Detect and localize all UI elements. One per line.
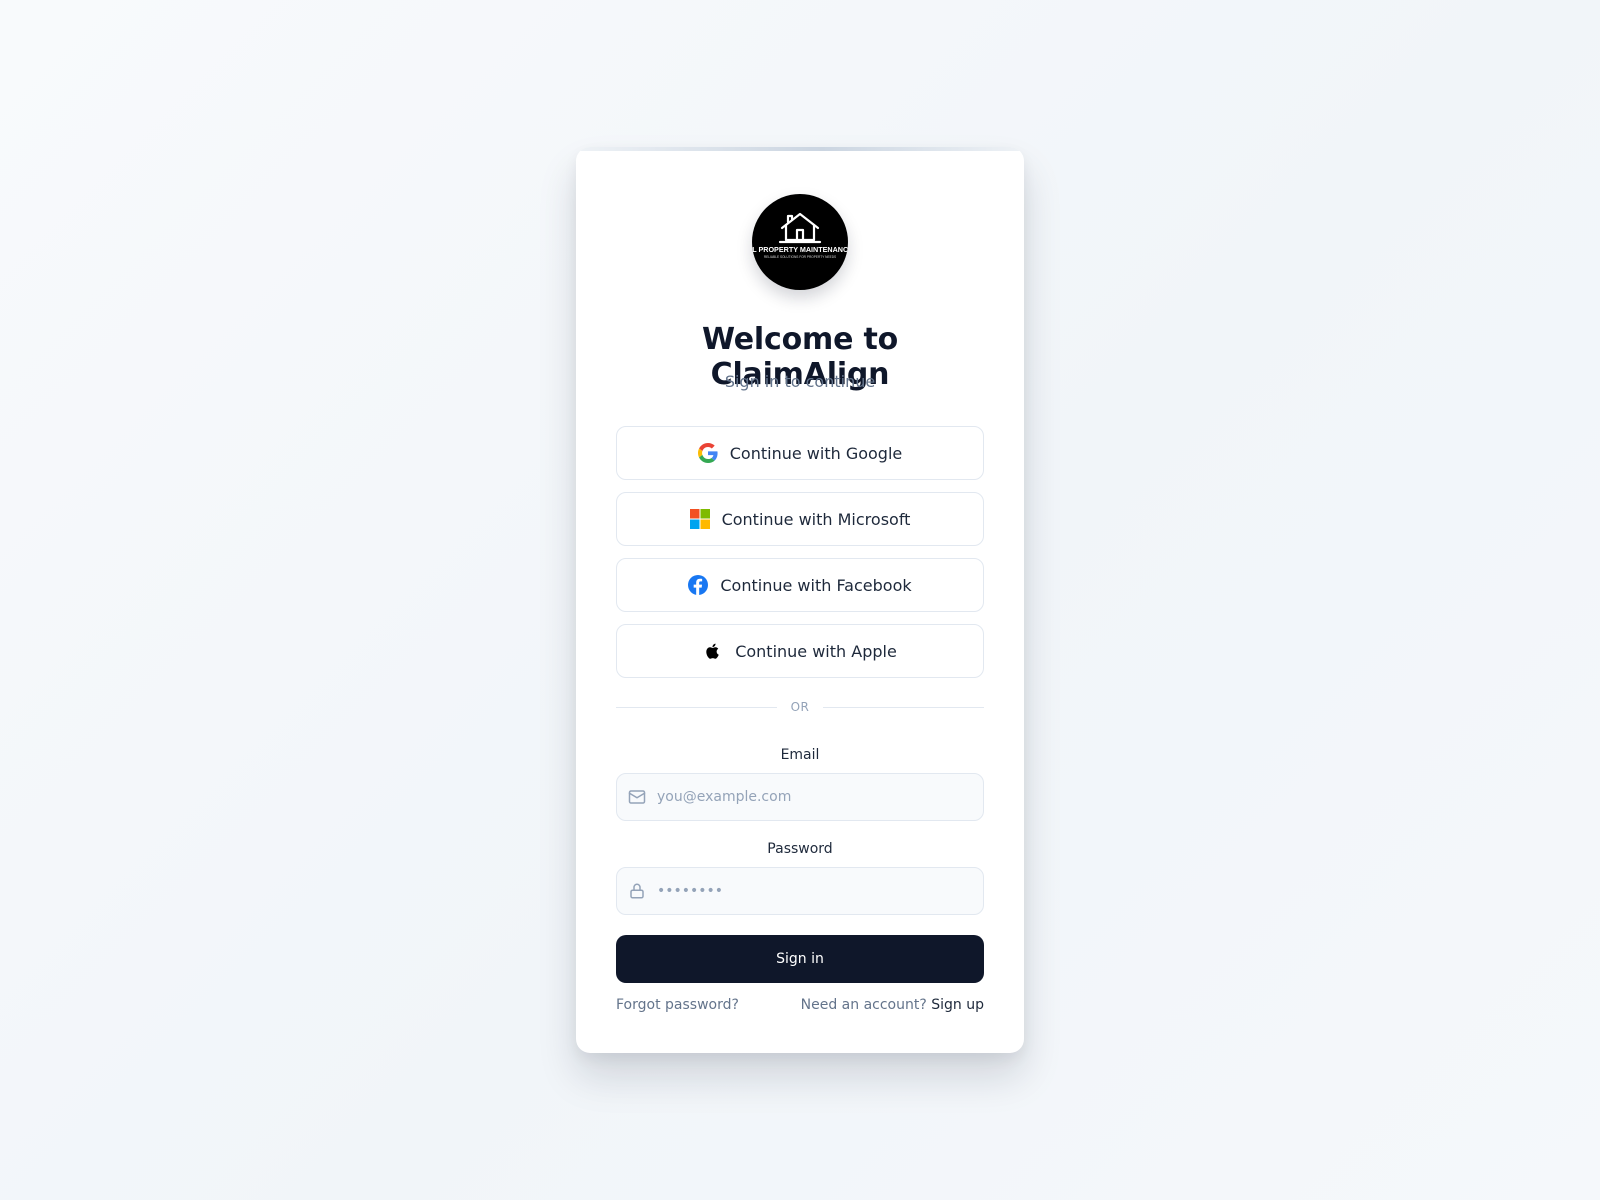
- sign-in-button[interactable]: Sign in: [616, 935, 984, 983]
- card-accent-bar: [576, 147, 1024, 151]
- mail-icon: [628, 788, 646, 806]
- logo-text-line1: BL PROPERTY MAINTENANCE: [752, 245, 848, 254]
- card-footer: Forgot password? Need an account? Sign u…: [616, 995, 984, 1015]
- apple-button-label: Continue with Apple: [735, 641, 897, 661]
- facebook-button-label: Continue with Facebook: [720, 575, 912, 595]
- house-logo-icon: BL PROPERTY MAINTENANCE RELIABLE SOLUTIO…: [752, 212, 848, 259]
- logo-text-line2: RELIABLE SOLUTIONS FOR PROPERTY NEEDS: [764, 255, 836, 259]
- forgot-password-link[interactable]: Forgot password?: [616, 997, 739, 1013]
- password-label: Password: [767, 841, 833, 857]
- microsoft-icon: [689, 509, 710, 529]
- continue-with-facebook-button[interactable]: Continue with Facebook: [616, 558, 984, 612]
- divider-line-right: [823, 706, 985, 708]
- email-label: Email: [780, 747, 820, 763]
- or-divider: OR: [616, 699, 985, 715]
- password-input[interactable]: [657, 868, 983, 914]
- page-subtitle: Sign in to continue: [724, 372, 876, 391]
- apple-icon: [703, 641, 723, 661]
- divider-text: OR: [790, 700, 810, 714]
- continue-with-google-button[interactable]: Continue with Google: [616, 426, 984, 480]
- page: BL PROPERTY MAINTENANCE RELIABLE SOLUTIO…: [0, 0, 1600, 1200]
- email-input[interactable]: [657, 774, 983, 820]
- company-logo: BL PROPERTY MAINTENANCE RELIABLE SOLUTIO…: [752, 194, 848, 290]
- login-card: BL PROPERTY MAINTENANCE RELIABLE SOLUTIO…: [576, 147, 1024, 1053]
- continue-with-apple-button[interactable]: Continue with Apple: [616, 624, 984, 678]
- need-account-text: Need an account?: [800, 997, 927, 1013]
- facebook-icon: [688, 575, 709, 595]
- divider-line-left: [616, 706, 777, 708]
- microsoft-button-label: Continue with Microsoft: [721, 509, 911, 529]
- google-icon: [697, 443, 718, 463]
- continue-with-microsoft-button[interactable]: Continue with Microsoft: [616, 492, 984, 546]
- password-field-wrapper[interactable]: [616, 867, 984, 915]
- signup-prompt: Need an account? Sign up: [801, 997, 984, 1013]
- google-button-label: Continue with Google: [729, 443, 903, 463]
- sign-up-link[interactable]: Sign up: [931, 997, 984, 1013]
- email-field-wrapper[interactable]: [616, 773, 984, 821]
- lock-icon: [628, 882, 646, 900]
